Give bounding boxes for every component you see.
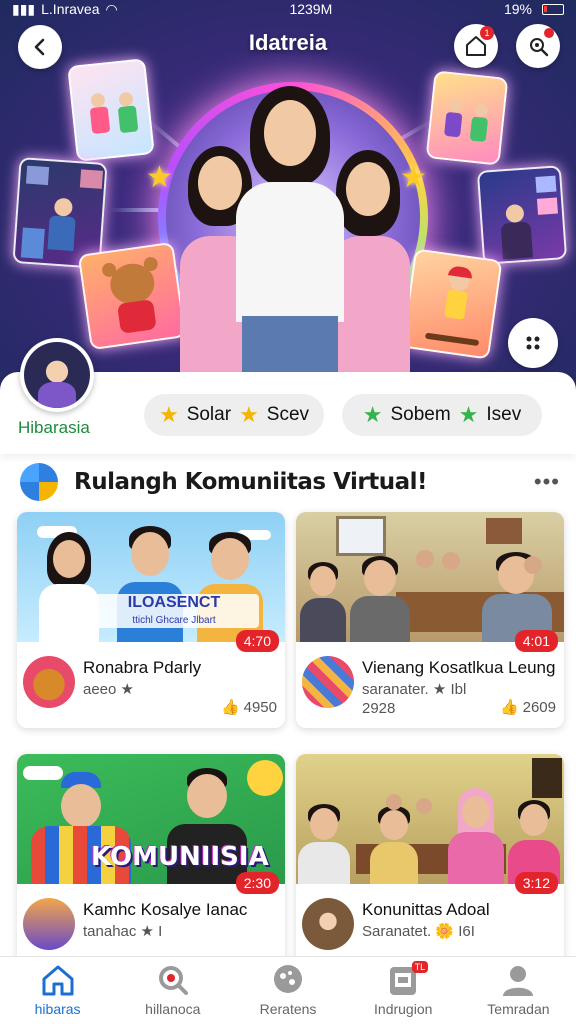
star-icon: ★: [362, 402, 383, 427]
globe-icon: [20, 463, 58, 501]
video-meta-date: 2928: [362, 700, 396, 717]
party-kids-tile[interactable]: [425, 70, 509, 166]
video-card[interactable]: KOMUNIISIA 2:30 Kamhc Kosalye Ianac tana…: [17, 754, 285, 970]
nav-label: hillanoca: [145, 1001, 201, 1017]
star-icon: ★: [146, 161, 173, 194]
nav-label: Reratens: [259, 1001, 317, 1017]
home-icon: [42, 965, 74, 996]
video-thumbnail: KOMUNIISIA: [17, 754, 285, 884]
hero-banner: ★ ★ ▮▮▮ L.Inravea ◠ 1239M 19% Idatreia 1: [0, 0, 576, 400]
status-bar: ▮▮▮ L.Inravea ◠ 1239M 19%: [0, 0, 576, 18]
thumbs-up-icon: 👍: [220, 699, 240, 716]
search-icon: [158, 966, 188, 995]
video-card[interactable]: ILOASENCT ttichl Ghcare Jlbart 4:70 Rona…: [17, 512, 285, 728]
thumbnail-banner: KOMUNIISIA: [91, 842, 269, 872]
bear-mascot-tile[interactable]: [77, 241, 187, 351]
video-duration: 2:30: [235, 872, 279, 894]
pill-label: Sobem: [390, 404, 451, 425]
channel-avatar[interactable]: [23, 656, 75, 708]
battery-label: 19%: [503, 1, 532, 17]
battery-icon: [542, 3, 564, 15]
video-meta: tanahac ★ I: [83, 923, 163, 940]
profile-avatar[interactable]: [20, 338, 94, 412]
nav-item-community[interactable]: Reratens: [230, 957, 345, 1024]
clock: 1239M: [289, 1, 333, 17]
star-icon: ★: [458, 402, 479, 427]
skater-girl-tile[interactable]: [401, 248, 503, 360]
hero-people: [180, 86, 410, 386]
bottom-navigation: hibaras hillanoca Reratens TL Indrugion …: [0, 956, 576, 1024]
nav-label: Temradan: [487, 1001, 550, 1017]
video-card[interactable]: 3:12 Konunittas Adoal Saranatet. 🌼 I6I: [296, 754, 564, 970]
channel-avatar[interactable]: [302, 656, 354, 708]
pill-label: Scev: [266, 404, 310, 425]
nav-item-search[interactable]: hillanoca: [115, 957, 230, 1024]
video-title[interactable]: Konunittas Adoal: [362, 900, 490, 920]
app-screen: ★ ★ ▮▮▮ L.Inravea ◠ 1239M 19% Idatreia 1…: [0, 0, 576, 1024]
video-meta: Saranatet. 🌼 I6I: [362, 923, 475, 940]
user-icon: [503, 966, 534, 996]
alert-dot: [544, 28, 554, 38]
nav-item-profile[interactable]: Temradan: [461, 957, 576, 1024]
channel-avatar[interactable]: [23, 898, 75, 950]
video-meta: aeeo ★: [83, 681, 134, 698]
pill-label: Solar: [186, 404, 232, 425]
home-button[interactable]: 1: [454, 24, 498, 68]
video-duration: 4:70: [235, 630, 279, 652]
streamer-tile[interactable]: [476, 165, 568, 265]
nav-label: Indrugion: [374, 1001, 433, 1017]
star-icon: ★: [239, 402, 259, 427]
community-icon: [274, 965, 302, 993]
dots-grid-icon: [526, 336, 540, 350]
search-settings-button[interactable]: [516, 24, 560, 68]
like-count[interactable]: 👍 4950: [220, 698, 277, 717]
profile-name: Hibarasia: [18, 418, 90, 437]
pill-sobem[interactable]: ★ Sobem ★ Isev: [342, 394, 542, 436]
pill-label: Isev: [486, 404, 522, 425]
video-thumbnail: [296, 754, 564, 884]
section-more-button[interactable]: •••: [534, 469, 560, 495]
video-duration: 4:01: [514, 630, 558, 652]
like-count[interactable]: 👍 2609: [499, 698, 556, 717]
video-duration: 3:12: [514, 872, 558, 894]
nav-item-inbox[interactable]: TL Indrugion: [346, 957, 461, 1024]
nav-item-home[interactable]: hibaras: [0, 957, 115, 1024]
section-header: Rulangh Komuniitas Virtual! •••: [20, 462, 560, 502]
video-thumbnail: [296, 512, 564, 642]
carrier-label: L.Inravea: [41, 1, 100, 17]
thumbnail-banner: ILOASENCT ttichl Ghcare Jlbart: [89, 594, 259, 628]
star-icon: ★: [158, 402, 179, 427]
wifi-icon: ◠: [105, 0, 118, 17]
video-card[interactable]: 4:01 Vienang Kosatlkua Leung saranater. …: [296, 512, 564, 728]
more-options-button[interactable]: [508, 318, 558, 368]
video-meta: saranater. ★ Ibl: [362, 681, 467, 698]
channel-avatar[interactable]: [302, 898, 354, 950]
notification-badge: 1: [480, 26, 494, 40]
dancing-kids-tile[interactable]: [67, 58, 155, 162]
section-title: Rulangh Komuniitas Virtual!: [74, 469, 428, 495]
video-thumbnail: ILOASENCT ttichl Ghcare Jlbart: [17, 512, 285, 642]
nav-label: hibaras: [34, 1001, 81, 1017]
nav-badge: TL: [411, 961, 429, 973]
pill-solar[interactable]: ★ Solar ★ Scev: [144, 394, 324, 436]
signal-icon: ▮▮▮: [12, 0, 36, 17]
video-title[interactable]: Ronabra Pdarly: [83, 658, 201, 678]
video-title[interactable]: Vienang Kosatlkua Leung: [362, 658, 555, 678]
thumbs-up-icon: 👍: [499, 699, 519, 716]
video-title[interactable]: Kamhc Kosalye Ianac: [83, 900, 247, 920]
